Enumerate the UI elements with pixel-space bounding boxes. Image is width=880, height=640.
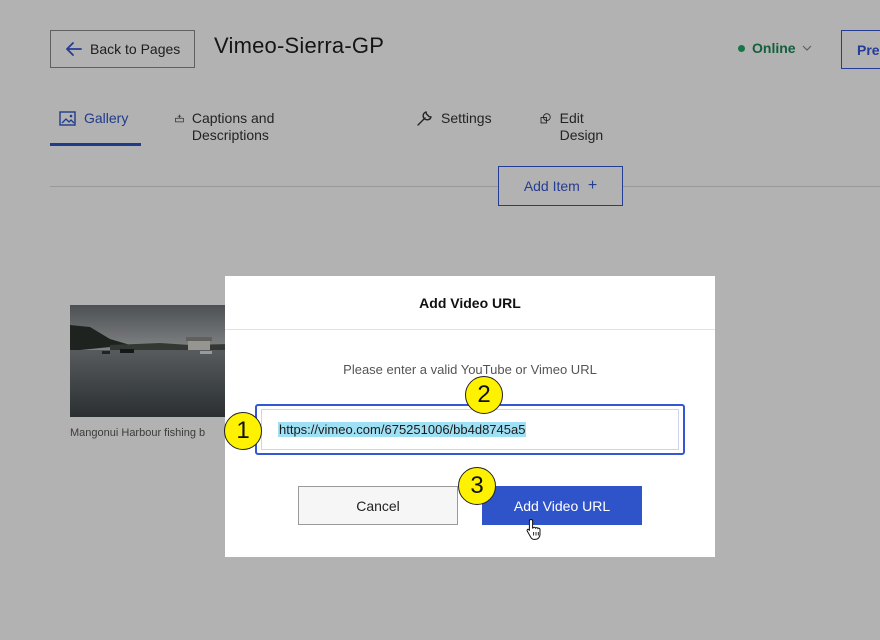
- dialog-prompt: Please enter a valid YouTube or Vimeo UR…: [343, 362, 597, 377]
- add-video-url-button[interactable]: Add Video URL: [482, 486, 642, 525]
- video-url-value: https://vimeo.com/675251006/bb4d8745a5: [278, 422, 527, 437]
- video-url-field[interactable]: https://vimeo.com/675251006/bb4d8745a5: [261, 409, 679, 450]
- hand-cursor-icon: [526, 518, 541, 540]
- step-marker-3: 3: [458, 467, 496, 505]
- step-marker-1: 1: [224, 412, 262, 450]
- dialog-title: Add Video URL: [225, 276, 715, 330]
- video-url-input[interactable]: https://vimeo.com/675251006/bb4d8745a5: [255, 404, 685, 455]
- add-video-url-dialog: Add Video URL Please enter a valid YouTu…: [225, 276, 715, 557]
- step-marker-2: 2: [465, 376, 503, 414]
- cancel-button[interactable]: Cancel: [298, 486, 458, 525]
- page-root: Back to Pages Vimeo-Sierra-GP Online Pre…: [0, 0, 880, 640]
